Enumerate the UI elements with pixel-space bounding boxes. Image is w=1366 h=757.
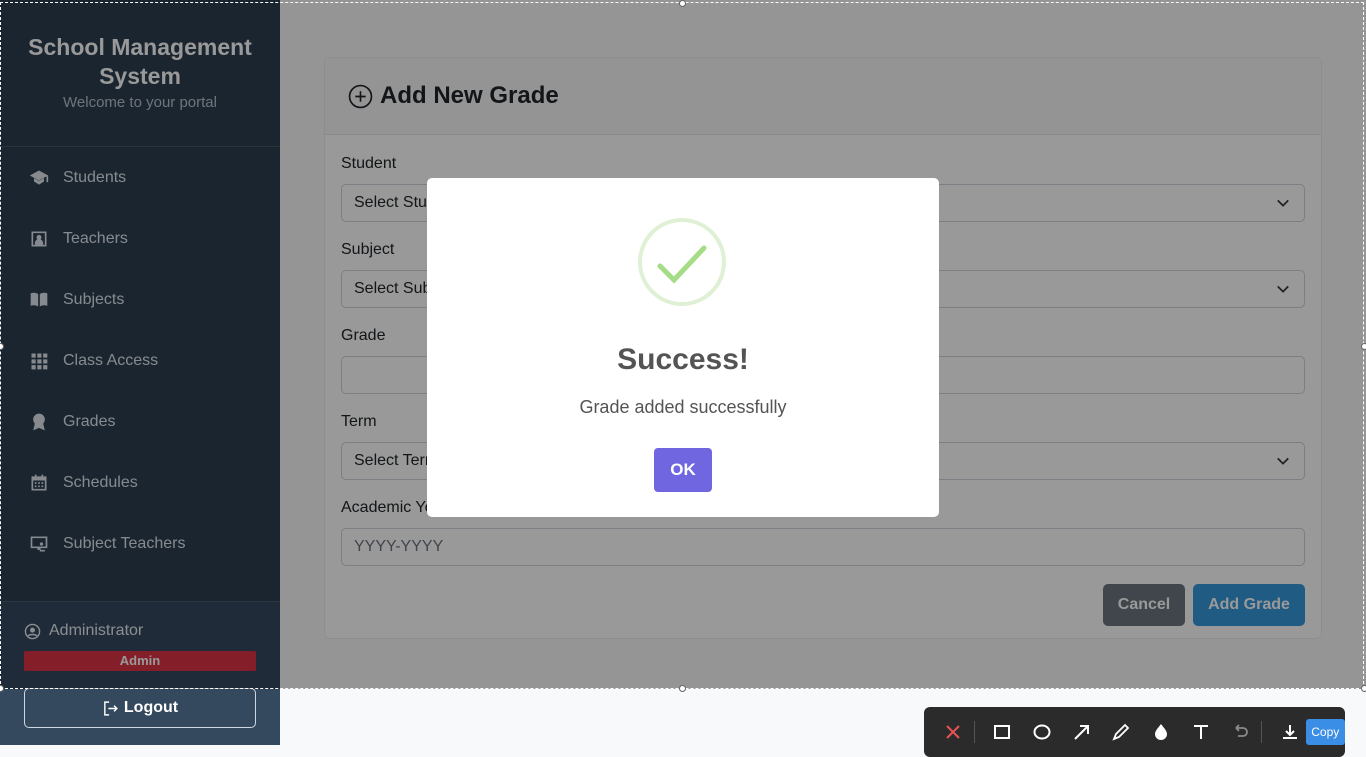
dialog-title: Success! xyxy=(617,343,749,376)
arrow-icon[interactable] xyxy=(1070,720,1094,744)
resize-handle-bottom[interactable] xyxy=(679,685,686,692)
text-icon[interactable] xyxy=(1189,720,1213,744)
logout-icon xyxy=(104,700,118,716)
resize-handle-bottom-right[interactable] xyxy=(1361,685,1366,692)
annotation-toolbar: Copy xyxy=(924,707,1345,757)
undo-icon[interactable] xyxy=(1228,720,1252,744)
download-icon[interactable] xyxy=(1278,720,1302,744)
close-icon[interactable] xyxy=(941,720,965,744)
ellipse-icon[interactable] xyxy=(1030,720,1054,744)
resize-handle-top[interactable] xyxy=(679,0,686,7)
checkmark-icon xyxy=(657,245,707,284)
pen-icon[interactable] xyxy=(1109,720,1133,744)
ok-button[interactable]: OK xyxy=(654,448,712,492)
toolbar-divider xyxy=(973,721,975,743)
dialog-message: Grade added successfully xyxy=(579,397,787,417)
rectangle-icon[interactable] xyxy=(991,720,1015,744)
resize-handle-right[interactable] xyxy=(1361,343,1366,350)
toolbar-divider xyxy=(1260,721,1262,743)
copy-button[interactable]: Copy xyxy=(1305,719,1345,745)
success-icon xyxy=(638,218,726,306)
blur-icon[interactable] xyxy=(1149,720,1173,744)
success-dialog: Success! Grade added successfully OK xyxy=(427,178,939,517)
logout-label: Logout xyxy=(123,699,179,716)
logout-button[interactable]: Logout xyxy=(24,688,256,728)
